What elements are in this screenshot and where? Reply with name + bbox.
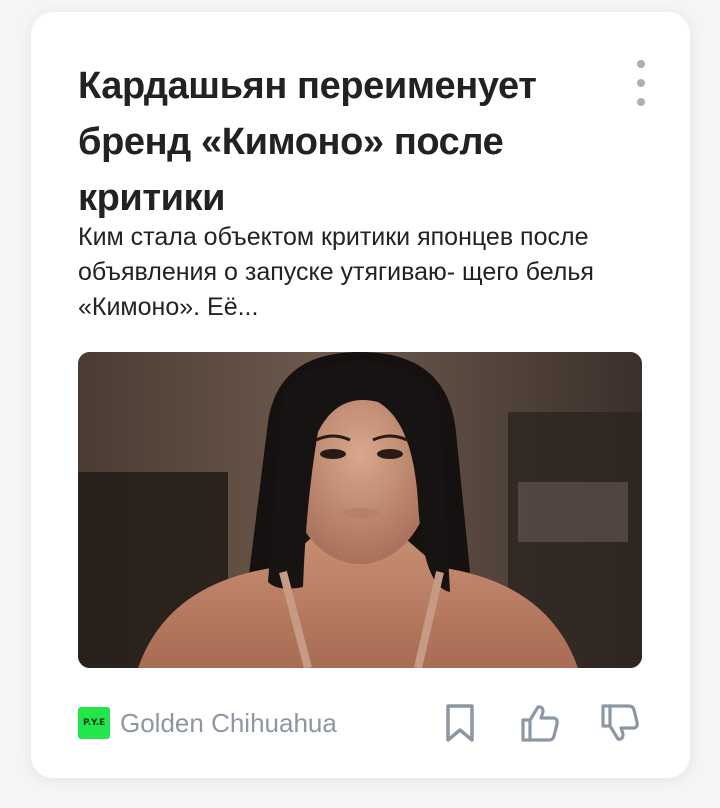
menu-dot xyxy=(637,79,645,87)
bookmark-button[interactable] xyxy=(438,701,482,745)
article-photo[interactable] xyxy=(78,352,642,668)
menu-dot xyxy=(637,98,645,106)
more-options-icon[interactable] xyxy=(629,58,653,108)
news-card[interactable]: Кардашьян переименует бренд «Кимоно» пос… xyxy=(31,12,690,778)
bookmark-icon xyxy=(446,704,474,742)
thumbs-down-icon xyxy=(601,704,639,741)
menu-dot xyxy=(637,60,645,68)
source-name[interactable]: Golden Chihuahua xyxy=(120,708,337,739)
thumbs-up-icon xyxy=(521,705,559,742)
article-title[interactable]: Кардашьян переименует бренд «Кимоно» пос… xyxy=(78,58,598,226)
portrait-photo-illustration xyxy=(78,352,642,668)
like-button[interactable] xyxy=(518,701,562,745)
card-actions xyxy=(402,703,642,743)
article-snippet[interactable]: Ким стала объектом критики японцев после… xyxy=(78,220,626,325)
source-logo: P.Y.E xyxy=(78,707,110,739)
dislike-button[interactable] xyxy=(598,701,642,745)
source-link[interactable]: P.Y.E Golden Chihuahua xyxy=(78,703,337,743)
card-footer: P.Y.E Golden Chihuahua xyxy=(78,703,642,743)
